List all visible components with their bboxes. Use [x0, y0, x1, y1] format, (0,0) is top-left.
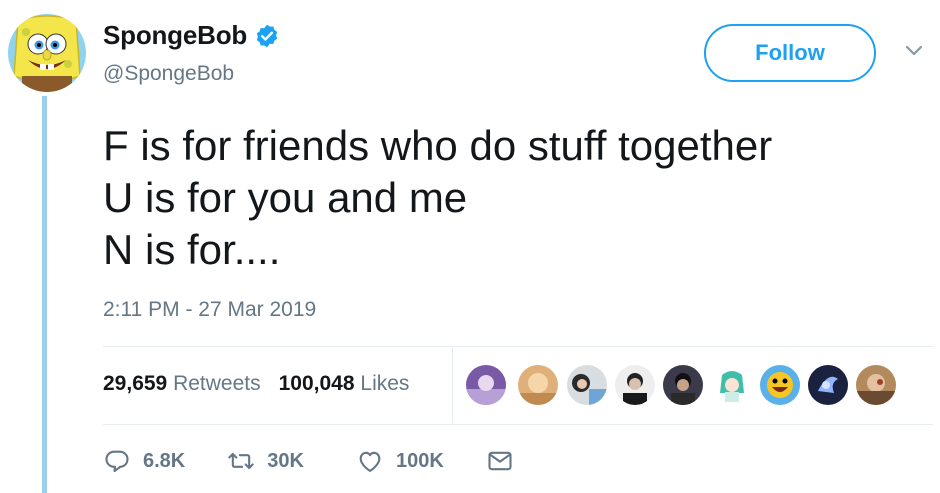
- likes-count: 100,048: [278, 372, 355, 395]
- thread-line: [42, 96, 47, 493]
- tweet-line: N is for....: [103, 226, 281, 273]
- liker-avatar[interactable]: [856, 365, 896, 405]
- liker-avatar[interactable]: [663, 365, 703, 405]
- follow-button[interactable]: Follow: [704, 24, 876, 82]
- tweet-text: F is for friends who do stuff together U…: [103, 120, 772, 276]
- envelope-icon: [488, 451, 512, 471]
- display-name[interactable]: SpongeBob: [103, 20, 247, 51]
- retweets-stat[interactable]: 29,659 Retweets: [103, 372, 261, 396]
- avatar[interactable]: [8, 14, 86, 92]
- likes-label: Likes: [360, 372, 410, 395]
- tweet-line: F is for friends who do stuff together: [103, 122, 773, 169]
- likes-stat[interactable]: 100,048 Likes: [279, 372, 410, 396]
- reply-count: 6.8K: [143, 449, 186, 472]
- spongebob-avatar-image: [8, 14, 86, 92]
- direct-message-button[interactable]: [486, 447, 514, 475]
- divider: [103, 346, 933, 347]
- stats-separator: [452, 348, 453, 423]
- liker-avatar[interactable]: [712, 365, 752, 405]
- reply-icon: [105, 450, 129, 473]
- tweet-stats: 29,659 Retweets 100,048 Likes: [103, 372, 409, 396]
- retweet-icon: [228, 452, 254, 470]
- like-count: 100K: [395, 449, 444, 472]
- liker-avatar[interactable]: [760, 365, 800, 405]
- liker-avatar[interactable]: [567, 365, 607, 405]
- like-button[interactable]: 100K: [356, 447, 444, 475]
- liker-avatar[interactable]: [615, 365, 655, 405]
- retweets-label: Retweets: [173, 372, 261, 395]
- liker-avatar[interactable]: [466, 365, 506, 405]
- verified-badge-icon: [254, 23, 280, 49]
- divider: [103, 424, 933, 425]
- liker-avatar[interactable]: [808, 365, 848, 405]
- heart-icon: [359, 451, 381, 472]
- liker-avatar[interactable]: [518, 365, 558, 405]
- retweets-count: 29,659: [103, 372, 168, 395]
- tweet-line: U is for you and me: [103, 174, 468, 221]
- retweet-button[interactable]: 30K: [227, 447, 304, 475]
- tweet-actions: 6.8K 30K 100K: [103, 447, 514, 475]
- chevron-down-icon[interactable]: [903, 40, 925, 62]
- user-handle[interactable]: @SpongeBob: [103, 62, 234, 86]
- reply-button[interactable]: 6.8K: [103, 447, 185, 475]
- tweet-timestamp[interactable]: 2:11 PM - 27 Mar 2019: [103, 298, 316, 322]
- retweet-count: 30K: [267, 449, 304, 472]
